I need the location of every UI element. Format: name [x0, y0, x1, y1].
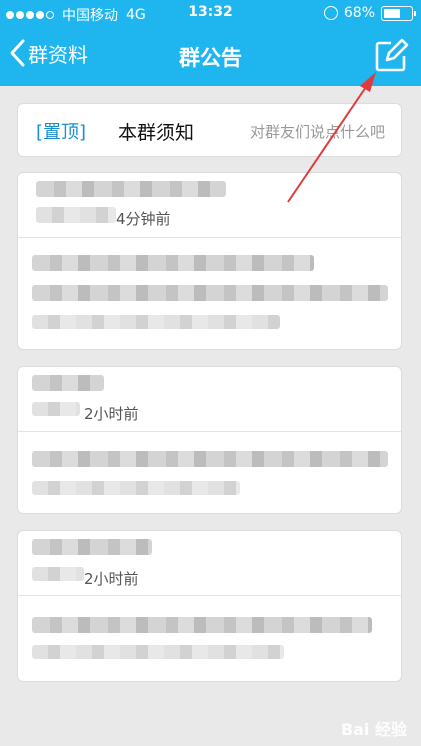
blurred-avatar [36, 207, 116, 223]
pinned-notice[interactable]: [置顶] 本群须知 对群友们说点什么吧 [17, 103, 402, 157]
announcement-card[interactable]: 2小时前 [17, 530, 402, 682]
navigation-bar: 群资料 群公告 [0, 28, 421, 86]
pinned-title: 本群须知 [118, 122, 195, 144]
pinned-hint: 对群友们说点什么吧 [249, 123, 385, 141]
blurred-line [32, 315, 280, 329]
announcement-header: 4分钟前 [18, 173, 401, 238]
battery-percent: 68% [343, 5, 375, 21]
rotation-lock-icon [323, 6, 338, 20]
announcement-card[interactable]: 2小时前 [17, 366, 402, 514]
pinned-tag: [置顶] [36, 122, 87, 143]
edit-icon [375, 38, 409, 72]
blurred-author [36, 181, 226, 197]
watermark: Bai 经验 [340, 720, 407, 739]
announcement-time: 4分钟前 [116, 210, 171, 228]
blurred-line [32, 481, 240, 495]
announcement-header: 2小时前 [18, 367, 401, 432]
status-right: 68% [323, 5, 416, 21]
status-bar: 中国移动 4G 13:32 68% [0, 0, 421, 28]
blurred-line [32, 617, 372, 633]
battery-icon [381, 5, 416, 21]
blurred-author [32, 539, 152, 555]
announcement-card[interactable]: 4分钟前 [17, 172, 402, 350]
blurred-avatar [32, 402, 80, 416]
blurred-line [32, 285, 388, 301]
edit-button[interactable] [373, 38, 409, 78]
blurred-author [32, 375, 104, 391]
page-title: 群公告 [179, 46, 242, 70]
blurred-avatar [32, 567, 84, 581]
announcement-time: 2小时前 [84, 570, 139, 588]
blurred-line [32, 255, 314, 271]
announcement-time: 2小时前 [84, 405, 139, 423]
blurred-line [32, 645, 284, 659]
announcement-header: 2小时前 [18, 531, 401, 596]
blurred-line [32, 451, 388, 467]
